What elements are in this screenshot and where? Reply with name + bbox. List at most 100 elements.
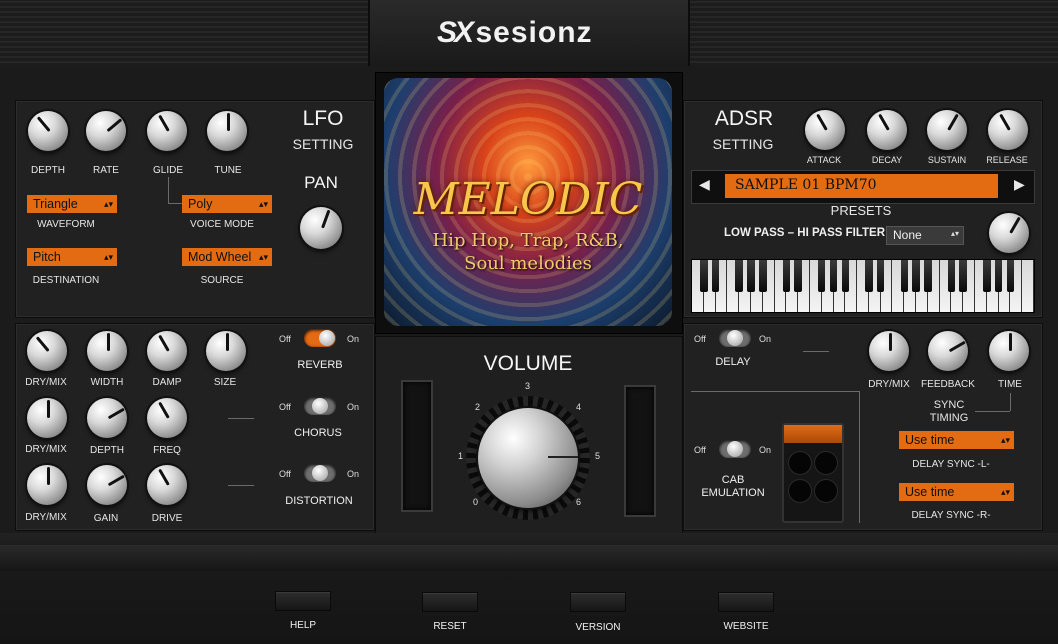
distortion-gain-knob[interactable] xyxy=(83,461,131,509)
pan-knob[interactable] xyxy=(296,203,346,253)
chorus-toggle[interactable] xyxy=(304,397,336,415)
volume-title: VOLUME xyxy=(483,352,573,375)
top-right-grille xyxy=(686,0,1058,66)
piano-black-key[interactable] xyxy=(865,260,873,292)
volume-knob[interactable] xyxy=(474,404,582,512)
brand-name: sesionz xyxy=(475,16,593,49)
delay-toggle[interactable] xyxy=(719,329,751,347)
piano-black-key[interactable] xyxy=(959,260,967,292)
cab-toggle[interactable] xyxy=(719,440,751,458)
volume-scale-3: 3 xyxy=(525,381,531,391)
chevron-down-icon: ▴▾ xyxy=(1000,487,1010,497)
chorus-name: CHORUS xyxy=(294,427,342,439)
lfo-subtitle: SETTING xyxy=(292,136,354,152)
piano-black-key[interactable] xyxy=(782,260,791,292)
logo-mark: SX xyxy=(437,16,474,49)
lfo-glide-knob[interactable] xyxy=(143,107,191,155)
voice-mode-select[interactable]: Poly ▴▾ xyxy=(182,195,272,213)
distortion-drymix-knob[interactable] xyxy=(23,461,71,509)
piano-black-key[interactable] xyxy=(947,260,956,292)
piano-black-key[interactable] xyxy=(829,260,838,292)
preset-prev-icon[interactable]: ◀ xyxy=(699,176,710,193)
version-button[interactable] xyxy=(570,592,626,612)
piano-black-key[interactable] xyxy=(794,260,802,292)
piano-black-key[interactable] xyxy=(817,260,826,292)
waveform-label: WAVEFORM xyxy=(37,219,95,230)
lfo-depth-knob[interactable] xyxy=(24,107,72,155)
reverb-width-knob[interactable] xyxy=(83,327,131,375)
reverb-off-label: Off xyxy=(279,334,291,344)
piano-white-key[interactable] xyxy=(1022,260,1034,312)
reset-button[interactable] xyxy=(422,592,478,612)
reverb-drymix-knob[interactable] xyxy=(23,327,71,375)
attack-knob[interactable] xyxy=(801,106,849,154)
chevron-down-icon: ▴▾ xyxy=(1000,435,1010,445)
piano-black-key[interactable] xyxy=(841,260,850,292)
distortion-drive-knob[interactable] xyxy=(143,461,191,509)
chorus-drymix-label: DRY/MIX xyxy=(25,444,67,455)
chevron-down-icon: ▴▾ xyxy=(258,199,268,209)
delay-divider xyxy=(803,351,829,352)
sustain-knob[interactable] xyxy=(923,106,971,154)
cab-frame-right xyxy=(859,391,860,523)
reverb-size-label: SIZE xyxy=(213,377,237,388)
piano-black-key[interactable] xyxy=(912,260,920,292)
release-knob[interactable] xyxy=(984,106,1032,154)
waveform-select[interactable]: Triangle ▴▾ xyxy=(27,195,117,213)
decay-label: DECAY xyxy=(871,155,903,165)
adsr-subtitle: SETTING xyxy=(712,136,774,152)
reset-label: RESET xyxy=(433,621,467,632)
reverb-toggle[interactable] xyxy=(304,329,336,347)
delay-drymix-knob[interactable] xyxy=(865,327,913,375)
piano-black-key[interactable] xyxy=(994,260,1003,292)
sync-timing-label-2: TIMING xyxy=(929,412,969,424)
adsr-title: ADSR xyxy=(714,107,774,130)
delay-sync-r-select[interactable]: Use time ▴▾ xyxy=(899,483,1014,501)
filter-knob[interactable] xyxy=(985,209,1033,257)
footer-ridge xyxy=(0,545,1058,571)
piano-black-key[interactable] xyxy=(747,260,755,292)
piano-black-key[interactable] xyxy=(900,260,909,292)
distortion-on-label: On xyxy=(347,469,360,479)
piano-black-key[interactable] xyxy=(983,260,991,292)
preset-name: SAMPLE 01 BPM70 xyxy=(735,177,877,193)
reverb-size-knob[interactable] xyxy=(202,327,250,375)
top-left-grille xyxy=(0,0,368,66)
chorus-drymix-knob[interactable] xyxy=(23,394,71,442)
delay-time-label: TIME xyxy=(998,379,1022,390)
filter-select[interactable]: None ▴▾ xyxy=(886,226,964,245)
destination-select[interactable]: Pitch ▴▾ xyxy=(27,248,117,266)
piano-black-key[interactable] xyxy=(924,260,932,292)
piano-keyboard[interactable] xyxy=(691,259,1035,313)
delay-sync-r-label: DELAY SYNC -R- xyxy=(911,510,991,521)
piano-black-key[interactable] xyxy=(711,260,720,292)
delay-feedback-knob[interactable] xyxy=(924,327,972,375)
chorus-freq-knob[interactable] xyxy=(143,394,191,442)
lfo-rate-knob[interactable] xyxy=(82,107,130,155)
chorus-depth-knob[interactable] xyxy=(83,394,131,442)
pan-title: PAN xyxy=(304,173,338,192)
preset-next-icon[interactable]: ▶ xyxy=(1014,176,1025,193)
help-button[interactable] xyxy=(275,591,331,611)
reverb-damp-knob[interactable] xyxy=(143,327,191,375)
piano-black-key[interactable] xyxy=(735,260,743,292)
chevron-down-icon: ▴▾ xyxy=(103,252,113,262)
source-select[interactable]: Mod Wheel ▴▾ xyxy=(182,248,272,266)
chorus-on-label: On xyxy=(347,402,360,412)
delay-time-knob[interactable] xyxy=(985,327,1033,375)
lfo-tune-knob[interactable] xyxy=(203,107,251,155)
piano-black-key[interactable] xyxy=(1006,260,1015,292)
piano-black-key[interactable] xyxy=(876,260,885,292)
piano-black-key[interactable] xyxy=(758,260,767,292)
decay-knob[interactable] xyxy=(863,106,911,154)
delay-sync-l-select[interactable]: Use time ▴▾ xyxy=(899,431,1014,449)
cab-off-label: Off xyxy=(694,445,706,455)
distortion-toggle[interactable] xyxy=(304,464,336,482)
sync-connector-h xyxy=(975,411,1010,412)
website-button[interactable] xyxy=(718,592,774,612)
cab-frame-top xyxy=(691,391,859,392)
preset-name-display[interactable]: SAMPLE 01 BPM70 xyxy=(725,174,998,198)
volume-meter-left xyxy=(401,380,433,512)
reverb-damp-label: DAMP xyxy=(152,377,182,388)
piano-black-key[interactable] xyxy=(700,260,708,292)
